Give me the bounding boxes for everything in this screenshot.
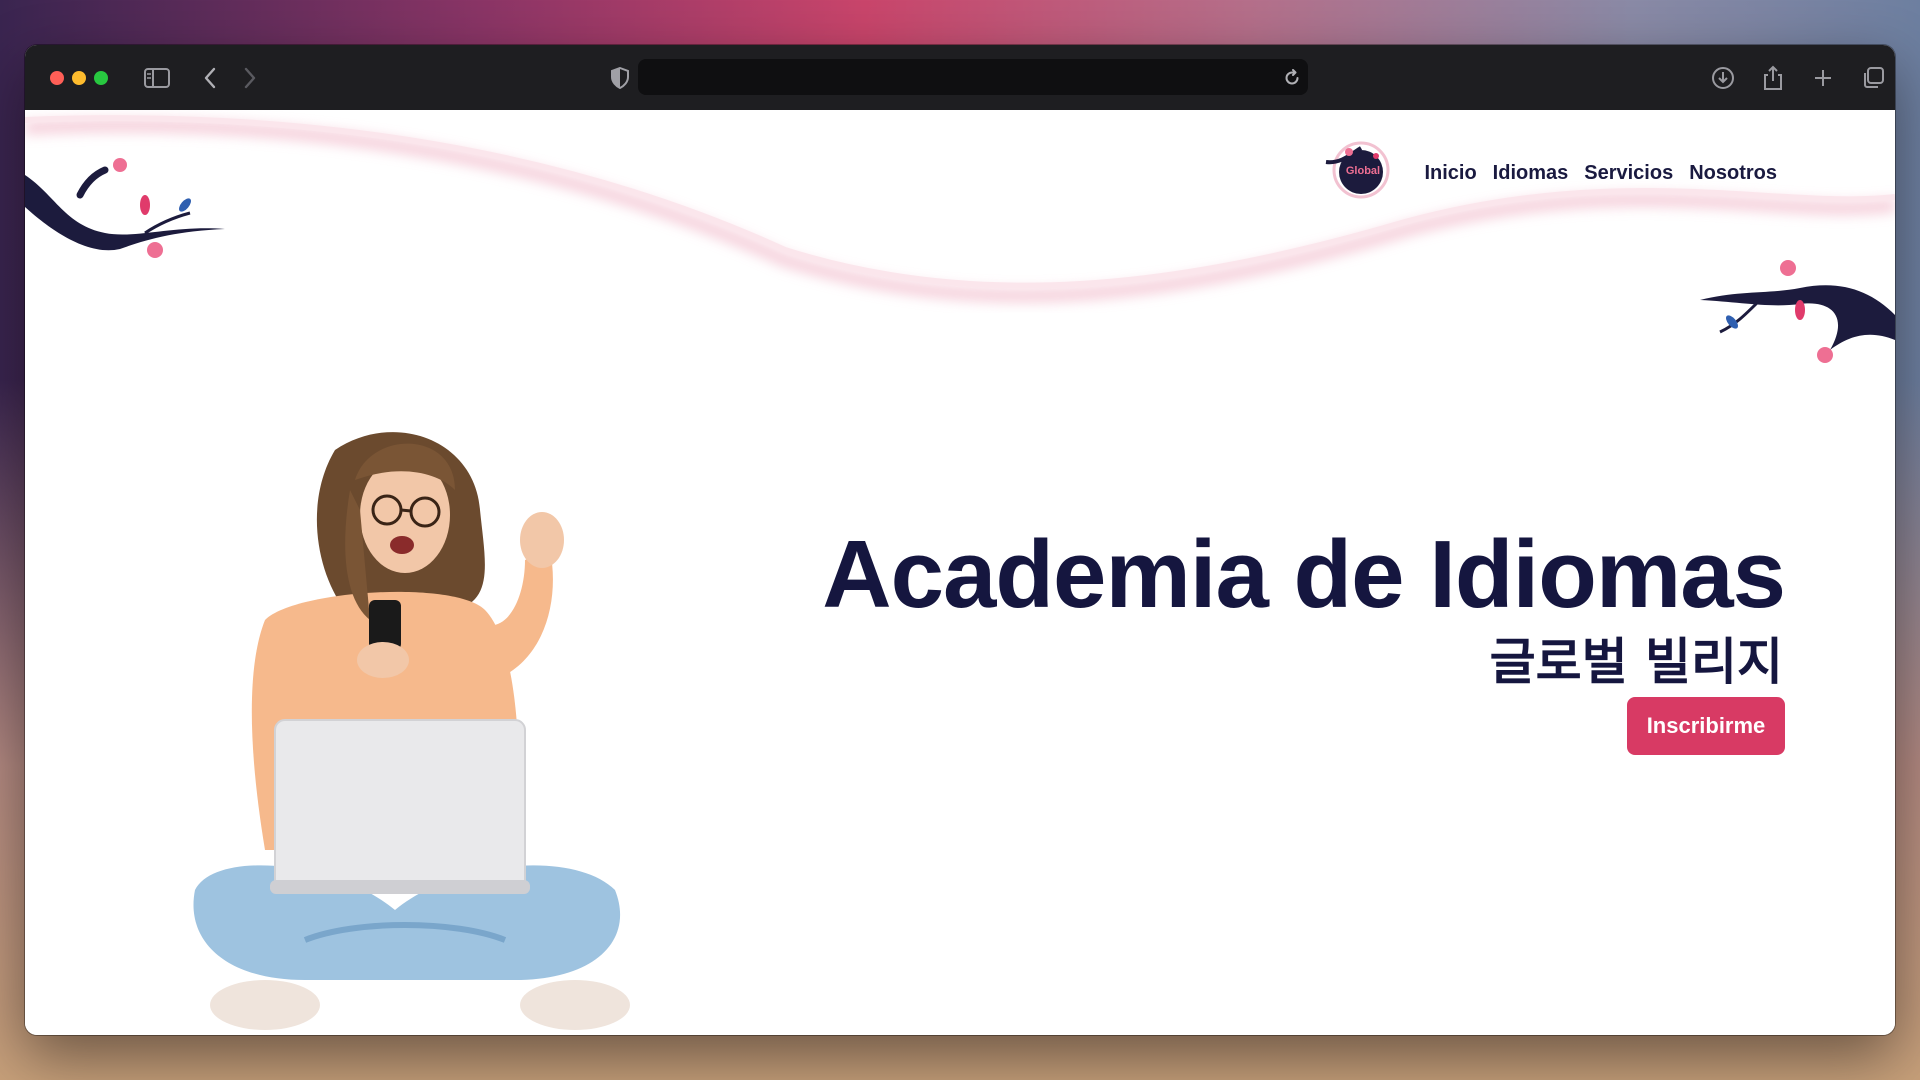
cherry-branch-right: [1700, 260, 1895, 363]
nav-idiomas[interactable]: Idiomas: [1493, 162, 1569, 185]
enroll-button[interactable]: Inscribirme: [1627, 697, 1785, 755]
hero-illustration-woman-laptop: [193, 432, 630, 1030]
nav-inicio[interactable]: Inicio: [1424, 162, 1476, 185]
browser-toolbar: [25, 45, 1895, 111]
download-icon[interactable]: [1708, 63, 1738, 93]
tab-overview-icon[interactable]: [1858, 63, 1888, 93]
address-bar[interactable]: [638, 59, 1308, 95]
nav-servicios[interactable]: Servicios: [1584, 162, 1673, 185]
page-content: Global Inicio Idiomas Servicios Nosotros: [25, 110, 1895, 1035]
nav-nosotros[interactable]: Nosotros: [1689, 162, 1777, 185]
share-icon[interactable]: [1758, 63, 1788, 93]
site-logo[interactable]: Global: [1321, 140, 1391, 200]
privacy-shield-icon[interactable]: [605, 63, 635, 93]
forward-icon[interactable]: [235, 63, 265, 93]
hero-subtitle: 글로벌 빌리지: [1489, 633, 1783, 691]
close-button[interactable]: [50, 71, 64, 85]
minimize-button[interactable]: [72, 71, 86, 85]
sidebar-toggle-icon[interactable]: [142, 63, 172, 93]
new-tab-icon[interactable]: [1808, 63, 1838, 93]
browser-window: Global Inicio Idiomas Servicios Nosotros: [25, 45, 1895, 1035]
logo-text: Global: [1346, 165, 1380, 177]
back-icon[interactable]: [195, 63, 225, 93]
main-nav: Inicio Idiomas Servicios Nosotros: [1424, 162, 1777, 185]
maximize-button[interactable]: [94, 71, 108, 85]
cherry-branch-left: [25, 158, 225, 258]
header-wave: [25, 115, 1895, 303]
hero-title: Academia de Idiomas: [822, 521, 1786, 628]
reload-icon[interactable]: [1277, 63, 1307, 93]
